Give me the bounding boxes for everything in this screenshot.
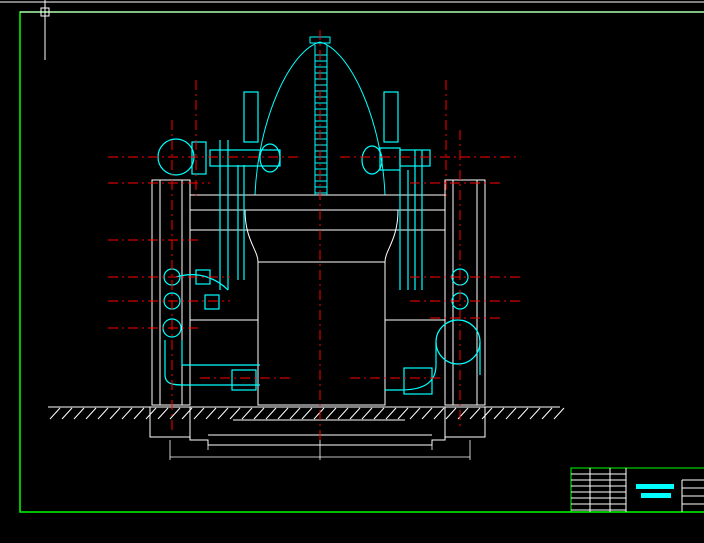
ground-hatch-mark: [445, 407, 457, 420]
ground-hatch-mark: [421, 407, 433, 420]
ground-hatch-mark: [397, 407, 409, 420]
title-block-logo-text: [641, 493, 671, 498]
crosshair-cursor-icon: [25, 0, 70, 60]
ground-hatch-mark: [361, 407, 373, 420]
ground-hatch-mark: [265, 407, 277, 420]
ground-hatch-mark: [301, 407, 313, 420]
ground-hatch-mark: [481, 407, 493, 420]
ground-hatch-mark: [217, 407, 229, 420]
ground-hatch-mark: [337, 407, 349, 420]
ground-hatch-mark: [313, 407, 325, 420]
ground-hatch-mark: [517, 407, 529, 420]
ground-hatch-mark: [385, 407, 397, 420]
piping: [157, 91, 481, 395]
ground-hatch-mark: [409, 407, 421, 420]
ground-hatch-mark: [121, 407, 133, 420]
ground-hatch-mark: [433, 407, 445, 420]
ground-hatch-mark: [277, 407, 289, 420]
ground-hatch-mark: [85, 407, 97, 420]
ground-hatch-mark: [373, 407, 385, 420]
ground-hatch-mark: [325, 407, 337, 420]
centerlines: [108, 30, 520, 440]
ground-hatch-mark: [541, 407, 553, 420]
ground-hatch-mark: [229, 407, 241, 420]
internal-ladder: [314, 45, 328, 195]
ground-hatch-mark: [493, 407, 505, 420]
ground-hatch-mark: [193, 407, 205, 420]
title-block-logo-text: [636, 484, 674, 489]
ground-hatch-mark: [505, 407, 517, 420]
ground-hatch-mark: [289, 407, 301, 420]
ground-hatch-mark: [49, 407, 61, 420]
ground-hatch-mark: [529, 407, 541, 420]
title-block: [570, 467, 704, 513]
ground-hatch-mark: [73, 407, 85, 420]
ground-hatch-mark: [349, 407, 361, 420]
ground-hatch-mark: [109, 407, 121, 420]
ground-hatch-mark: [205, 407, 217, 420]
ground-hatch-mark: [133, 407, 145, 420]
ground-hatch-mark: [61, 407, 73, 420]
ground-hatch-mark: [145, 407, 157, 420]
ground-hatch-mark: [97, 407, 109, 420]
dimension-lines: [169, 440, 471, 460]
ground-hatch-mark: [553, 407, 565, 420]
ground-hatch-mark: [469, 407, 481, 420]
cad-drawing-canvas[interactable]: [0, 0, 704, 543]
ground-line: [48, 406, 565, 420]
ground-hatch-mark: [157, 407, 169, 420]
ground-hatch-mark: [241, 407, 253, 420]
left-support-frame: [151, 179, 258, 406]
ground-hatch-mark: [253, 407, 265, 420]
